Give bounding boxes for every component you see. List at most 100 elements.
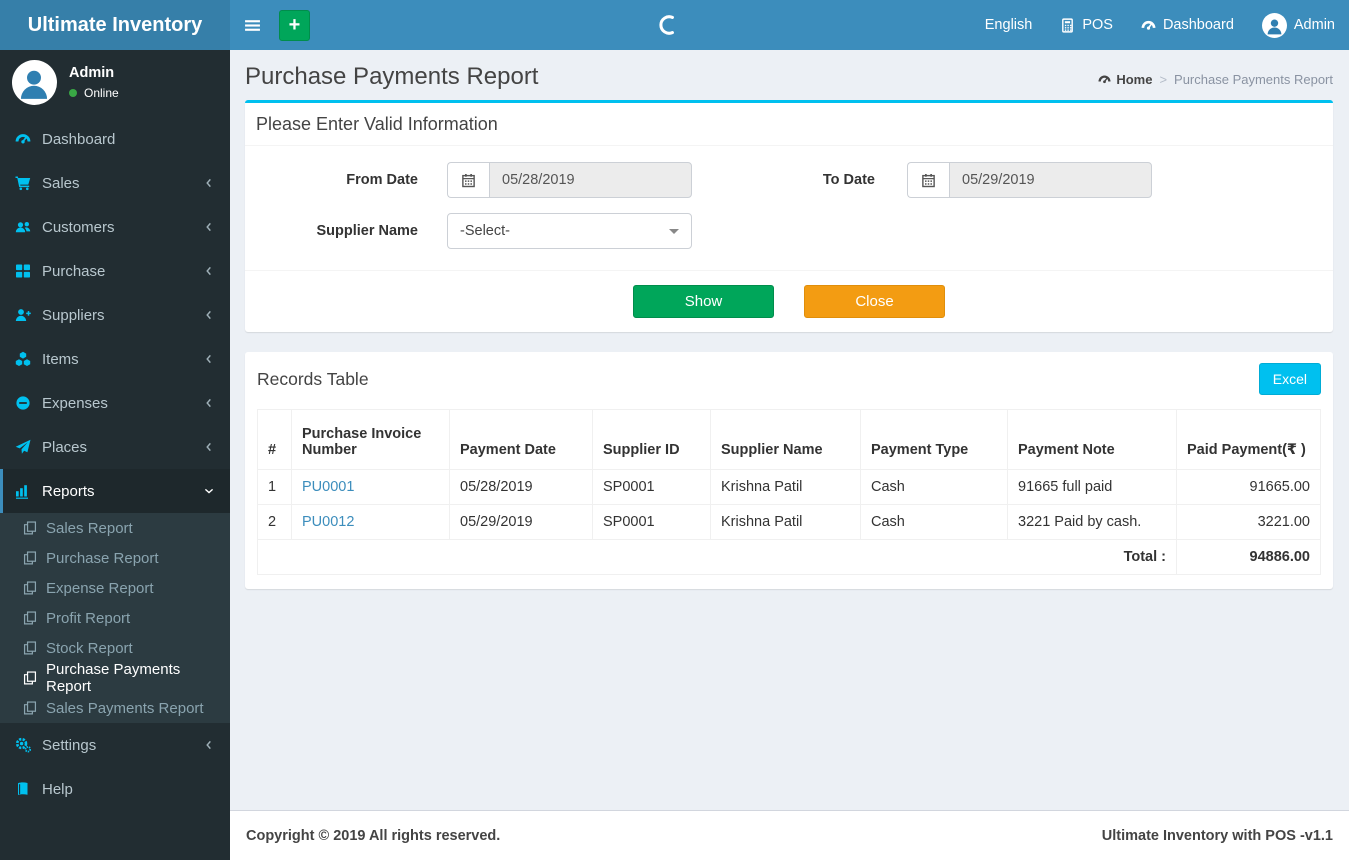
filter-actions: Show Close [245,270,1333,332]
copy-icon [23,581,37,595]
copy-icon [23,521,37,535]
sidebar-item-sales-report[interactable]: Sales Report [0,513,230,543]
reports-submenu: Sales Report Purchase Report Expense Rep… [0,513,230,723]
invoice-link[interactable]: PU0001 [302,479,354,495]
language-menu[interactable]: English [971,0,1047,50]
excel-export-button[interactable]: Excel [1258,363,1321,396]
col-header-paid-payment: Paid Payment(₹ ) [1176,409,1321,471]
sidebar-item-dashboard[interactable]: Dashboard [0,117,230,161]
table-row: 2 PU0012 05/29/2019 SP0001 Krishna Patil… [257,504,1321,541]
bar-chart-icon [15,483,31,499]
filter-form: From Date To Date Supplier Name -Select- [245,146,1333,270]
sidebar-item-expenses[interactable]: Expenses [0,381,230,425]
close-button[interactable]: Close [804,285,945,319]
sidebar-user-panel: Admin Online [0,50,230,117]
breadcrumb: Home > Purchase Payments Report [1098,72,1333,90]
table-header-row: # Purchase Invoice Number Payment Date S… [257,409,1321,471]
book-icon [15,781,31,797]
from-date-input[interactable] [489,162,692,199]
sidebar-item-purchase-payments-report[interactable]: Purchase Payments Report [0,661,230,695]
tachometer-icon [1098,73,1111,86]
chevron-down-icon [203,485,215,497]
sidebar-item-places[interactable]: Places [0,425,230,469]
col-header-invoice: Purchase Invoice Number [291,409,450,471]
chevron-left-icon [203,441,215,453]
from-date-label: From Date [346,172,418,189]
sidebar-item-sales-payments-report[interactable]: Sales Payments Report [0,693,230,723]
navbar-body: + English POS Dashboard Admin [230,0,1349,50]
breadcrumb-current: Purchase Payments Report [1174,72,1333,88]
chevron-left-icon [203,265,215,277]
user-plus-icon [15,307,31,323]
copy-icon [23,611,37,625]
sidebar-item-expense-report[interactable]: Expense Report [0,573,230,603]
copy-icon [23,701,37,715]
records-panel: Records Table Excel # Purchase Invoice N… [245,352,1333,590]
show-button[interactable]: Show [633,285,774,319]
sidebar-toggle-button[interactable] [230,0,275,50]
sidebar-item-purchase-report[interactable]: Purchase Report [0,543,230,573]
cubes-icon [15,351,31,367]
sidebar-item-profit-report[interactable]: Profit Report [0,603,230,633]
col-header-payment-note: Payment Note [1007,409,1177,471]
sidebar-item-customers[interactable]: Customers [0,205,230,249]
paper-plane-icon [15,439,31,455]
sidebar-item-sales[interactable]: Sales [0,161,230,205]
col-header-supplier-name: Supplier Name [710,409,861,471]
from-date-group [447,162,692,199]
top-navbar: Ultimate Inventory + English POS Dashboa… [0,0,1349,50]
sidebar-menu: Dashboard Sales Customers Purchase Suppl… [0,117,230,811]
breadcrumb-home-link[interactable]: Home [1098,72,1152,87]
sidebar-item-reports[interactable]: Reports [0,469,230,513]
tachometer-icon [15,131,31,147]
users-icon [15,219,31,235]
cart-icon [15,175,31,191]
chevron-left-icon [203,309,215,321]
supplier-select[interactable]: -Select- [447,213,692,250]
user-avatar [1261,12,1287,38]
content-header: Purchase Payments Report Home > Purchase… [230,50,1349,100]
records-title: Records Table [257,369,369,390]
breadcrumb-separator: > [1159,72,1168,88]
col-header-payment-date: Payment Date [449,409,593,471]
table-row: 1 PU0001 05/28/2019 SP0001 Krishna Patil… [257,469,1321,506]
table-total-row: Total : 94886.00 [257,539,1321,576]
sidebar-item-help[interactable]: Help [0,767,230,811]
chevron-left-icon [203,397,215,409]
to-date-label: To Date [822,172,875,189]
content-area: Purchase Payments Report Home > Purchase… [230,50,1349,810]
copyright-text: Copyright © 2019 All rights reserved. [246,827,501,844]
user-icon [16,66,52,102]
user-status: Online [69,86,119,100]
sidebar: Admin Online Dashboard Sales Customers P… [0,50,230,860]
user-menu[interactable]: Admin [1248,0,1349,50]
sidebar-item-suppliers[interactable]: Suppliers [0,293,230,337]
filter-panel-title: Please Enter Valid Information [245,103,1333,147]
grid-icon [15,263,31,279]
online-status-dot [69,89,77,97]
sidebar-item-settings[interactable]: Settings [0,723,230,767]
avatar [12,60,57,105]
to-date-group [907,162,1152,199]
pos-link[interactable]: POS [1046,0,1127,50]
dashboard-link[interactable]: Dashboard [1127,0,1248,50]
tachometer-icon [1141,18,1156,33]
to-date-input[interactable] [949,162,1152,199]
sidebar-item-purchase[interactable]: Purchase [0,249,230,293]
records-panel-header: Records Table Excel [245,352,1333,403]
chevron-left-icon [203,177,215,189]
supplier-name-label: Supplier Name [316,223,418,240]
hamburger-icon [244,17,261,34]
chevron-left-icon [203,353,215,365]
copy-icon [23,671,37,685]
sidebar-item-items[interactable]: Items [0,337,230,381]
calendar-icon [907,162,949,199]
sidebar-item-stock-report[interactable]: Stock Report [0,633,230,663]
brand-logo[interactable]: Ultimate Inventory [0,0,230,50]
calculator-icon [1060,18,1075,33]
filter-panel: Please Enter Valid Information From Date… [245,100,1333,333]
add-button[interactable]: + [279,9,310,41]
invoice-link[interactable]: PU0012 [302,514,354,530]
app-window: Ultimate Inventory + English POS Dashboa… [0,0,1349,860]
copy-icon [23,641,37,655]
